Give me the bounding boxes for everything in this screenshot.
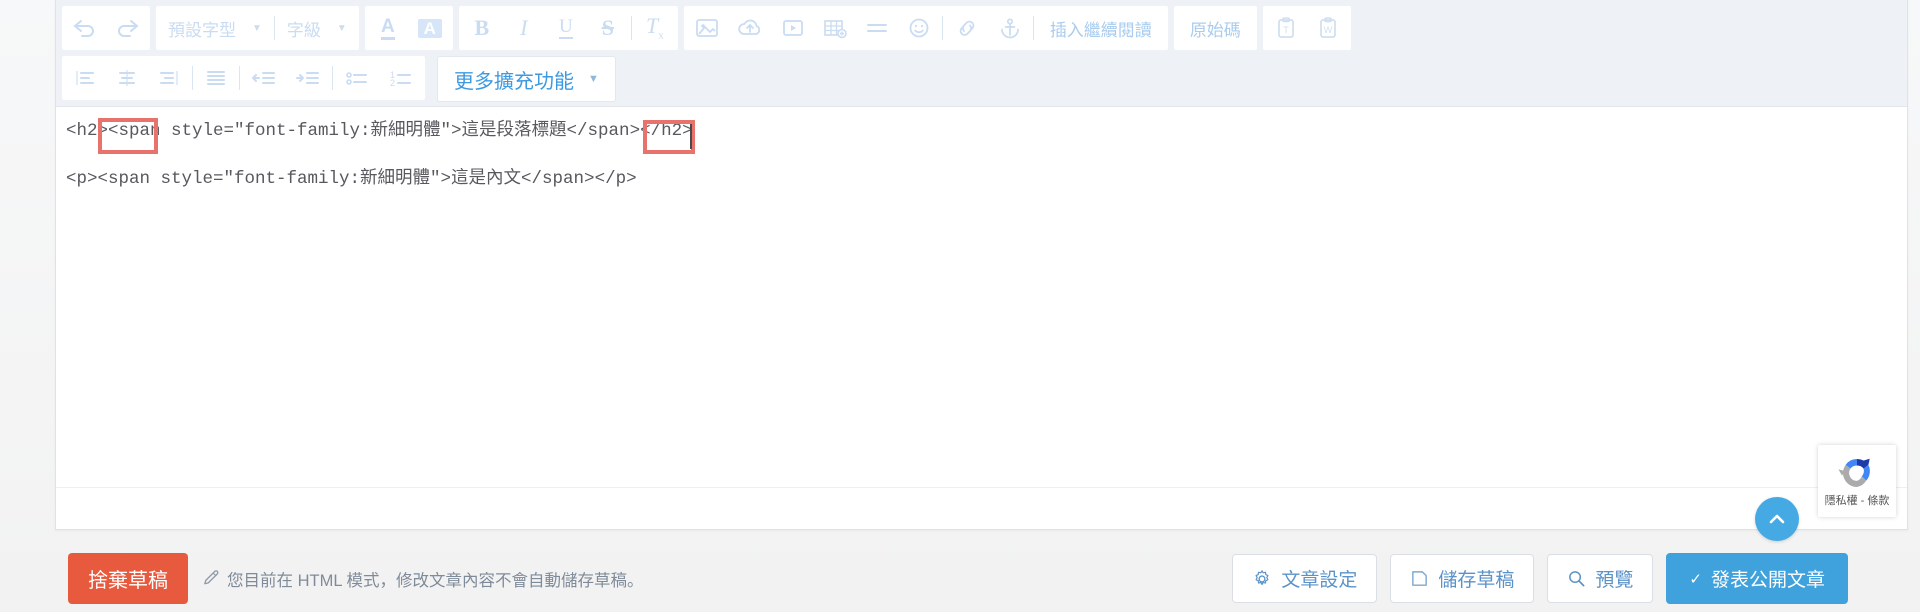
gear-icon: [1255, 569, 1269, 585]
recaptcha-badge[interactable]: 隱私權 - 條款: [1818, 445, 1896, 517]
font-group: 預設字型 ▼ 字級 ▼: [156, 6, 359, 50]
font-size-select[interactable]: 字級 ▼: [277, 8, 357, 48]
source-group: 原始碼: [1173, 6, 1257, 50]
svg-text:2: 2: [390, 78, 395, 88]
code-line: <h2><span style="font-family:新細明體">這是段落標…: [66, 121, 693, 141]
check-icon: ✓: [1689, 570, 1702, 588]
post-settings-button[interactable]: 文章設定: [1232, 554, 1378, 603]
emoji-icon[interactable]: [898, 8, 940, 48]
svg-text:W: W: [1324, 25, 1333, 35]
paste-as-text-icon[interactable]: T: [1265, 8, 1307, 48]
undo-icon[interactable]: [64, 8, 106, 48]
divider: [273, 16, 275, 40]
divider: [239, 66, 240, 90]
video-icon[interactable]: [772, 8, 814, 48]
editor-status-bar: [56, 487, 1907, 515]
italic-icon[interactable]: I: [503, 8, 545, 48]
more-extensions-label[interactable]: 更多擴充功能: [444, 65, 588, 94]
discard-draft-button[interactable]: 捨棄草稿: [68, 553, 188, 604]
align-left-icon[interactable]: [64, 58, 106, 98]
align-center-icon[interactable]: [106, 58, 148, 98]
more-extensions-group[interactable]: 更多擴充功能 ▼: [437, 56, 616, 102]
svg-text:T: T: [1283, 25, 1289, 35]
text-color-icon[interactable]: A: [367, 8, 409, 48]
insert-group: 插入繼續閱讀: [683, 6, 1168, 50]
post-settings-label: 文章設定: [1281, 570, 1358, 591]
editor-page: 預設字型 ▼ 字級 ▼ A A B I U S Tx 插入繼續閱讀 原始碼 T …: [0, 0, 1920, 612]
cloud-upload-icon[interactable]: [728, 8, 772, 48]
chevron-down-icon: ▼: [252, 22, 262, 34]
numbered-list-icon[interactable]: 12: [379, 58, 423, 98]
text-color-letter: A: [380, 17, 395, 40]
pencil-icon: [202, 569, 221, 588]
anchor-icon[interactable]: [989, 8, 1031, 48]
publish-label: 發表公開文章: [1710, 570, 1825, 591]
editor-toolbar: 預設字型 ▼ 字級 ▼ A A B I U S Tx 插入繼續閱讀 原始碼 T …: [56, 0, 1907, 107]
bold-icon[interactable]: B: [461, 8, 503, 48]
bold-letter: B: [474, 15, 490, 40]
chevron-down-icon[interactable]: ▼: [588, 73, 609, 85]
italic-letter: I: [520, 15, 528, 40]
format-group: B I U S Tx: [458, 6, 678, 50]
paste-group: T W: [1262, 6, 1351, 50]
clear-format-letter: Tx: [645, 12, 664, 42]
html-source-textarea[interactable]: <h2><span style="font-family:新細明體">這是段落標…: [56, 107, 1907, 515]
save-draft-button[interactable]: 儲存草稿: [1390, 554, 1535, 603]
publish-button[interactable]: ✓ 發表公開文章: [1666, 553, 1848, 604]
bottom-action-bar: 捨棄草稿 您目前在 HTML 模式，修改文章內容不會自動儲存草稿。 文章設定 儲…: [0, 545, 1920, 612]
strike-letter: S: [601, 15, 614, 40]
preview-label: 預覽: [1595, 570, 1634, 591]
save-icon: [1412, 571, 1428, 586]
insert-table-icon[interactable]: [814, 8, 856, 48]
history-group: [62, 6, 150, 50]
search-icon: [1569, 571, 1585, 587]
text-cursor: [690, 124, 692, 149]
background-color-icon[interactable]: A: [409, 8, 451, 48]
underline-icon[interactable]: U: [545, 8, 587, 48]
font-family-value: 預設字型: [168, 20, 236, 40]
strikethrough-icon[interactable]: S: [587, 8, 629, 48]
align-right-icon[interactable]: [148, 58, 190, 98]
toolbar-row-1: 預設字型 ▼ 字級 ▼ A A B I U S Tx 插入繼續閱讀 原始碼 T …: [62, 6, 1901, 50]
recaptcha-privacy-terms[interactable]: 隱私權 - 條款: [1825, 492, 1890, 508]
right-actions: 文章設定 儲存草稿 預覽 ✓ 發表公開文章: [1232, 553, 1848, 604]
draft-note-text: 您目前在 HTML 模式，修改文章內容不會自動儲存草稿。: [227, 571, 644, 590]
insert-readmore-button[interactable]: 插入繼續閱讀: [1036, 8, 1166, 48]
indent-icon[interactable]: [286, 58, 330, 98]
bulleted-list-icon[interactable]: [335, 58, 379, 98]
clear-format-icon[interactable]: Tx: [634, 8, 676, 48]
paste-from-word-icon[interactable]: W: [1307, 8, 1349, 48]
horizontal-rule-icon[interactable]: [856, 8, 898, 48]
background-color-letter: A: [417, 18, 442, 38]
draft-mode-note: 您目前在 HTML 模式，修改文章內容不會自動儲存草稿。: [202, 567, 643, 591]
toolbar-row-2: 12 更多擴充功能 ▼: [62, 56, 1901, 102]
recaptcha-icon: [1838, 458, 1870, 487]
underline-letter: U: [558, 16, 573, 39]
redo-icon[interactable]: [106, 8, 148, 48]
paragraph-group: 12: [62, 56, 425, 100]
divider: [1032, 16, 1034, 40]
editor-panel: 預設字型 ▼ 字級 ▼ A A B I U S Tx 插入繼續閱讀 原始碼 T …: [55, 0, 1908, 530]
link-icon[interactable]: [945, 8, 989, 48]
color-group: A A: [364, 6, 453, 50]
divider: [941, 16, 943, 40]
chevron-up-icon: [1769, 514, 1785, 524]
divider: [630, 16, 632, 40]
save-draft-label: 儲存草稿: [1438, 570, 1515, 591]
align-justify-icon[interactable]: [195, 58, 237, 98]
divider: [332, 66, 333, 90]
preview-button[interactable]: 預覽: [1547, 554, 1654, 603]
scroll-to-top-button[interactable]: [1755, 497, 1799, 541]
chevron-down-icon: ▼: [336, 22, 347, 34]
source-code-button[interactable]: 原始碼: [1176, 8, 1255, 48]
image-icon[interactable]: [686, 8, 728, 48]
outdent-icon[interactable]: [242, 58, 286, 98]
code-line: <p><span style="font-family:新細明體">這是內文</…: [66, 169, 637, 189]
font-size-value: 字級: [286, 20, 321, 40]
font-family-select[interactable]: 預設字型 ▼: [158, 8, 272, 48]
divider: [192, 66, 193, 90]
